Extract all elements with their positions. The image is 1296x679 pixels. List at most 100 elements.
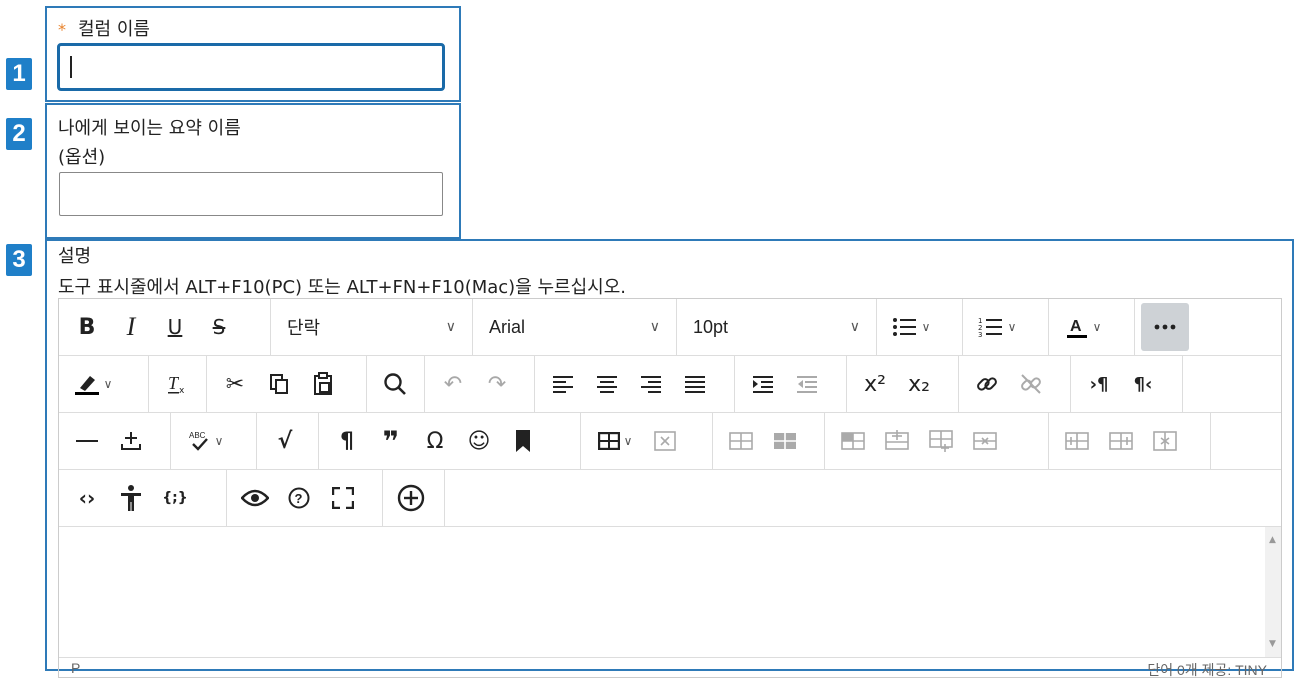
more-options-button[interactable] [1141,303,1189,351]
numbered-list-button[interactable]: 123 ∨ [969,305,1025,349]
outdent-button[interactable] [785,362,829,406]
align-left-button[interactable] [541,362,585,406]
chevron-down-icon: ∨ [849,319,860,335]
fullscreen-button[interactable] [321,476,365,520]
font-family-select[interactable]: Arial ∨ [473,299,677,355]
chevron-down-icon: ∨ [214,434,224,448]
bold-glyph: B [78,314,96,340]
strikethrough-button[interactable]: S [197,305,241,349]
underline-button[interactable]: U [153,305,197,349]
blockquote-button[interactable]: ❞ [369,419,413,463]
row-insert-after-button[interactable] [875,419,919,463]
column-name-field[interactable] [57,43,445,91]
insert-link-button[interactable] [965,362,1009,406]
svg-text:?: ? [295,491,303,506]
math-equation-button[interactable]: √ [263,419,307,463]
ellipsis-icon [1154,324,1176,330]
direction-group: ›¶ ¶‹ [1071,356,1183,412]
scroll-down-icon[interactable]: ▼ [1269,639,1276,649]
col-insert-before-button[interactable] [1055,419,1099,463]
copy-button[interactable] [257,362,301,406]
rtl-button[interactable]: ¶‹ [1121,362,1165,406]
redo-button[interactable]: ↷ [475,362,519,406]
bookmark-button[interactable] [501,419,545,463]
delete-table-button[interactable] [643,419,687,463]
font-size-select[interactable]: 10pt ∨ [677,299,877,355]
ltr-button[interactable]: ›¶ [1077,362,1121,406]
preview-button[interactable] [233,476,277,520]
find-replace-button[interactable] [373,362,417,406]
align-center-button[interactable] [585,362,629,406]
template-button[interactable]: {;} [153,476,197,520]
editor-scrollbar[interactable]: ▲ ▼ [1265,527,1281,657]
paste-button[interactable] [301,362,345,406]
undo-button[interactable]: ↶ [431,362,475,406]
view-group: ? [227,470,383,526]
bookmark-icon [516,430,530,452]
clear-format-group: Tx [149,356,207,412]
help-button[interactable]: ? [277,476,321,520]
scissors-icon: ✂ [225,371,245,397]
align-right-button[interactable] [629,362,673,406]
summary-name-field[interactable] [59,172,443,216]
table-button[interactable]: ∨ [587,419,643,463]
paragraph-mark-button[interactable]: ¶ [325,419,369,463]
spellcheck-button[interactable]: ABC ∨ [177,419,233,463]
editor-content-area[interactable] [59,527,1281,657]
col-delete-button[interactable] [1143,419,1187,463]
editor-statusbar: P 단어 0개 제공: TINY [59,657,1281,678]
bold-button[interactable]: B [65,305,109,349]
horizontal-line-button[interactable] [65,419,109,463]
required-marker: * [58,20,66,39]
svg-text:x: x [179,386,185,395]
row-remove-button[interactable] [963,419,1007,463]
text-color-button[interactable]: A ∨ [1055,305,1111,349]
block-format-select[interactable]: 단락 ∨ [271,299,473,355]
insert-break-button[interactable] [109,419,153,463]
description-label: 설명 [58,246,92,267]
undo-icon: ↶ [443,371,463,397]
accessibility-checker-button[interactable] [109,476,153,520]
help-icon: ? [288,487,310,509]
add-content-button[interactable] [389,476,433,520]
source-code-button[interactable]: ‹› [65,476,109,520]
highlight-color-button[interactable]: ∨ [65,362,121,406]
summary-name-input[interactable] [60,173,442,215]
table-insert-row-icon [841,432,865,450]
numbered-list-group: 123 ∨ [963,299,1049,355]
italic-button[interactable]: I [109,305,153,349]
delete-table-icon [654,431,676,451]
subscript-button[interactable]: x₂ [897,362,941,406]
svg-text:3: 3 [978,331,982,338]
chevron-down-icon: ∨ [1007,320,1017,334]
cut-button[interactable]: ✂ [213,362,257,406]
bullet-list-button[interactable]: ∨ [883,305,939,349]
indent-button[interactable] [741,362,785,406]
table-row-icon [729,432,753,450]
clear-formatting-icon: Tx [168,373,185,395]
word-count-branding: 단어 0개 제공: TINY [1147,662,1267,678]
summary-name-optional: (옵션) [58,147,106,168]
align-right-icon [641,376,661,393]
table-cell-props-button[interactable] [763,419,807,463]
special-char-button[interactable]: Ω [413,419,457,463]
clear-formatting-button[interactable]: Tx [155,362,199,406]
align-justify-button[interactable] [673,362,717,406]
text-caret [70,56,72,78]
col-insert-after-button[interactable] [1099,419,1143,463]
quote-icon: ❞ [382,424,400,458]
superscript-button[interactable]: x² [853,362,897,406]
row-delete-button[interactable] [919,419,963,463]
table-insert-col-after-icon [1109,432,1133,450]
column-name-input[interactable] [60,46,442,88]
element-path[interactable]: P [71,660,80,676]
scroll-up-icon[interactable]: ▲ [1269,535,1276,545]
insert-group: ¶ ❞ Ω ☺ [319,413,581,469]
alignment-group [535,356,735,412]
unlink-button[interactable] [1009,362,1053,406]
emoticons-button[interactable]: ☺ [457,419,501,463]
table-row-props-button[interactable] [719,419,763,463]
row-insert-before-button[interactable] [831,419,875,463]
superscript-glyph: x² [864,371,886,397]
code-group: ‹› {;} [59,470,227,526]
